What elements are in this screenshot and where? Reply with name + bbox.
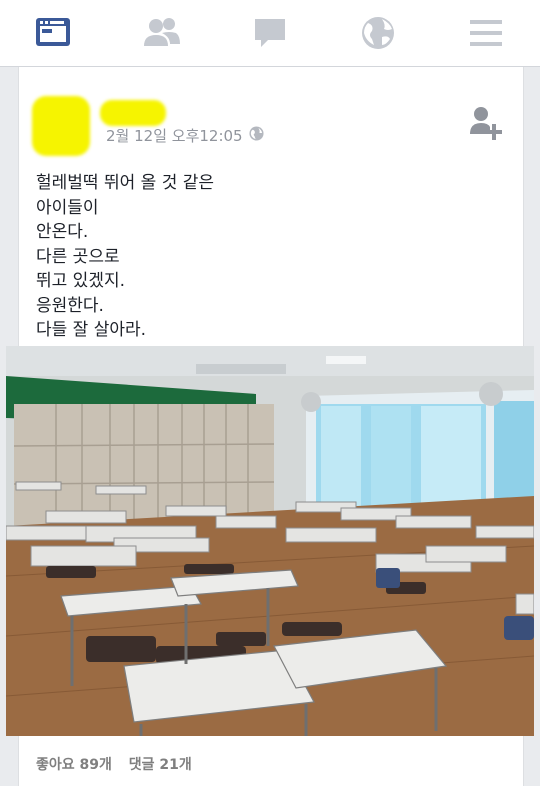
post-text-line: 다른 곳으로 (36, 246, 120, 267)
post-photo[interactable] (6, 346, 534, 736)
post-text-line: 헐레벌떡 뛰어 올 것 같은 (36, 173, 215, 193)
author-name[interactable] (100, 100, 166, 126)
friends-icon[interactable] (142, 13, 182, 53)
post-text-line: 안온다. (36, 222, 89, 242)
post-text-line: 아이들이 (36, 197, 99, 218)
likes-count[interactable]: 좋아요 89개 (36, 757, 112, 773)
privacy-globe-icon (249, 126, 264, 141)
messages-icon[interactable] (250, 13, 290, 53)
post-text-line: 뛰고 있겠지. (36, 271, 126, 291)
menu-icon[interactable] (466, 13, 506, 53)
top-nav-bar (0, 0, 540, 67)
post-body: 헐레벌떡 뛰어 올 것 같은 아이들이 안온다. 다른 곳으로 뛰고 있겠지. … (36, 171, 214, 343)
reaction-stats: 좋아요 89개 댓글 21개 (36, 754, 204, 774)
comments-count[interactable]: 댓글 21개 (129, 757, 192, 773)
add-friend-icon[interactable] (466, 104, 504, 142)
globe-icon[interactable] (358, 13, 398, 53)
post-text-line: 다들 잘 살아라. (36, 320, 147, 340)
news-feed-icon[interactable] (33, 13, 73, 53)
post-text-line: 응원한다. (36, 295, 104, 316)
post-timestamp[interactable]: 2월 12일 오후12:05 (106, 125, 243, 146)
avatar[interactable] (32, 96, 90, 156)
